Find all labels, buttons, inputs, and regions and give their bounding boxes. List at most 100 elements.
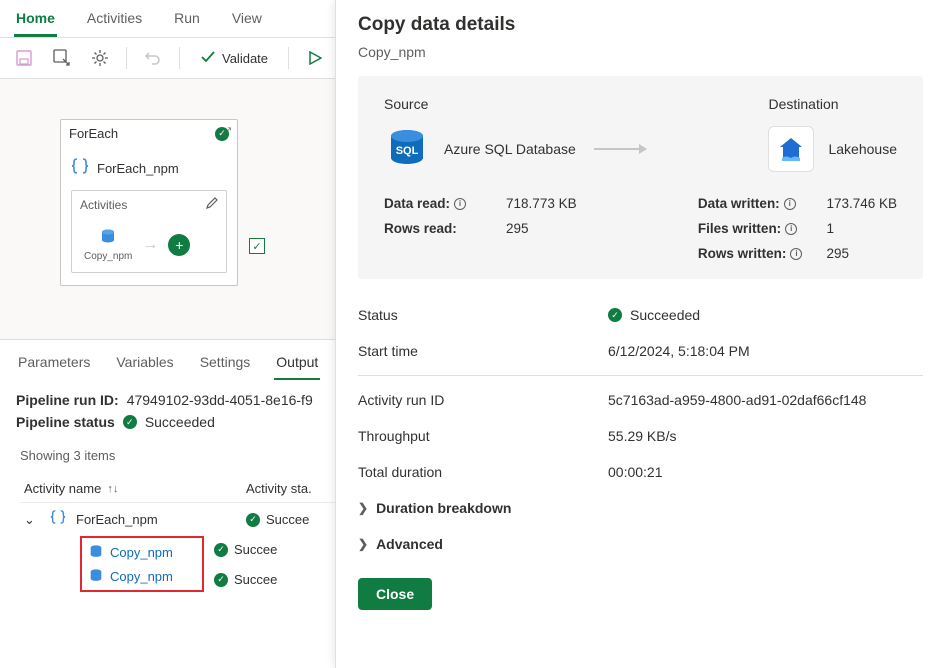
total-duration-label: Total duration <box>358 464 608 480</box>
tab-home[interactable]: Home <box>14 6 57 37</box>
copy-activity-label: Copy_npm <box>84 251 132 262</box>
status-value: Succeeded <box>630 307 700 323</box>
destination-label: Destination <box>768 96 897 112</box>
details-panel: Copy data details Copy_npm Source SQL Az… <box>335 0 945 668</box>
table-header: Activity name ↑↓ Activity sta. <box>20 475 340 503</box>
activity-status: Succee <box>234 572 277 587</box>
info-icon[interactable]: i <box>784 198 796 210</box>
panel-subtitle: Copy_npm <box>336 40 945 76</box>
run-id-value: 47949102-93dd-4051-8e16-f9 <box>127 392 313 408</box>
config-tab-settings[interactable]: Settings <box>198 350 253 380</box>
database-icon <box>88 568 104 584</box>
sort-icon[interactable]: ↑↓ <box>107 483 118 495</box>
activity-link[interactable]: Copy_npm <box>110 569 173 584</box>
table-row[interactable]: Copy_npm <box>86 564 198 588</box>
table-row[interactable]: Copy_npm <box>86 540 198 564</box>
success-icon: ✓ <box>608 308 622 322</box>
data-written-label: Data written: <box>698 196 780 211</box>
separator <box>179 47 180 69</box>
source-name: Azure SQL Database <box>444 141 576 157</box>
throughput-value: 55.29 KB/s <box>608 428 923 444</box>
activity-run-id-label: Activity run ID <box>358 392 608 408</box>
activity-link[interactable]: Copy_npm <box>110 545 173 560</box>
rows-written-label: Rows written: <box>698 246 787 261</box>
add-activity-button[interactable]: + <box>168 234 190 256</box>
database-icon <box>88 544 104 560</box>
svg-text:SQL: SQL <box>396 145 419 157</box>
source-destination-card: Source SQL Azure SQL Database Destinatio… <box>358 76 923 279</box>
validate-button[interactable]: Validate <box>194 47 274 70</box>
rows-read-value: 295 <box>506 221 577 236</box>
braces-icon <box>50 509 66 530</box>
duration-breakdown-label: Duration breakdown <box>376 500 511 516</box>
config-tab-variables[interactable]: Variables <box>114 350 175 380</box>
braces-icon <box>71 157 89 180</box>
config-tab-parameters[interactable]: Parameters <box>16 350 92 380</box>
info-icon[interactable]: i <box>790 248 802 260</box>
collapse-icon[interactable]: ⤢ <box>222 126 231 139</box>
panel-title: Copy data details <box>336 0 945 40</box>
separator <box>126 47 127 69</box>
chevron-down-icon[interactable]: ⌄ <box>24 512 38 528</box>
save-as-icon[interactable] <box>50 46 74 70</box>
highlighted-rows: ✓ Succee ✓ Succee Copy_npm Copy_npm <box>80 536 204 592</box>
table-row[interactable]: ⌄ ForEach_npm ✓ Succee <box>20 503 340 536</box>
advanced-label: Advanced <box>376 536 443 552</box>
check-icon <box>200 49 216 68</box>
col-activity-status[interactable]: Activity sta. <box>246 481 336 496</box>
success-icon: ✓ <box>246 513 260 527</box>
config-tab-output[interactable]: Output <box>274 350 320 380</box>
edit-icon[interactable] <box>205 197 218 213</box>
status-label: Status <box>358 307 608 323</box>
info-icon[interactable]: i <box>454 198 466 210</box>
throughput-label: Throughput <box>358 428 608 444</box>
settings-icon[interactable] <box>88 46 112 70</box>
source-label: Source <box>384 96 650 112</box>
start-time-value: 6/12/2024, 5:18:04 PM <box>608 343 923 359</box>
separator <box>288 47 289 69</box>
tab-view[interactable]: View <box>230 6 264 37</box>
activity-status: Succee <box>234 542 277 557</box>
activity-table: Activity name ↑↓ Activity sta. ⌄ ForEach… <box>20 475 340 592</box>
pipeline-status-value: Succeeded <box>145 414 215 430</box>
foreach-name-row: ForEach_npm <box>71 153 227 190</box>
checkbox-icon[interactable]: ✓ <box>249 238 265 254</box>
start-time-label: Start time <box>358 343 608 359</box>
activities-label: Activities <box>80 198 127 212</box>
info-icon[interactable]: i <box>785 223 797 235</box>
data-read-value: 718.773 KB <box>506 196 577 211</box>
arrow-icon <box>594 148 646 150</box>
foreach-activity-node[interactable]: ForEach ✓ ⤢ ForEach_npm Activities <box>60 119 238 286</box>
chevron-right-icon: ❯ <box>358 537 368 551</box>
sql-icon: SQL <box>384 126 430 172</box>
destination-name: Lakehouse <box>828 141 897 157</box>
undo-icon[interactable] <box>141 46 165 70</box>
advanced-expander[interactable]: ❯ Advanced <box>336 526 945 562</box>
run-icon[interactable] <box>303 46 327 70</box>
success-icon: ✓ <box>214 573 228 587</box>
foreach-header: ForEach ✓ ⤢ <box>61 120 237 147</box>
chevron-right-icon: ❯ <box>358 501 368 515</box>
duration-breakdown-expander[interactable]: ❯ Duration breakdown <box>336 490 945 526</box>
success-icon: ✓ <box>123 415 137 429</box>
save-icon[interactable] <box>12 46 36 70</box>
activity-name: ForEach_npm <box>76 512 158 527</box>
close-button[interactable]: Close <box>358 578 432 610</box>
activity-status: Succee <box>266 512 309 527</box>
col-activity-name[interactable]: Activity name <box>24 481 101 496</box>
files-written-label: Files written: <box>698 221 781 236</box>
total-duration-value: 00:00:21 <box>608 464 923 480</box>
activity-run-id-value: 5c7163ad-a959-4800-ad91-02daf66cf148 <box>608 392 923 408</box>
data-written-value: 173.746 KB <box>826 196 897 211</box>
data-read-label: Data read: <box>384 196 450 211</box>
tab-activities[interactable]: Activities <box>85 6 144 37</box>
lakehouse-icon <box>768 126 814 172</box>
files-written-value: 1 <box>826 221 897 236</box>
success-icon: ✓ <box>214 543 228 557</box>
rows-written-value: 295 <box>826 246 897 261</box>
validate-label: Validate <box>222 51 268 66</box>
foreach-title: ForEach <box>69 126 118 141</box>
foreach-name: ForEach_npm <box>97 161 179 176</box>
tab-run[interactable]: Run <box>172 6 202 37</box>
arrow-icon: → <box>142 236 158 254</box>
